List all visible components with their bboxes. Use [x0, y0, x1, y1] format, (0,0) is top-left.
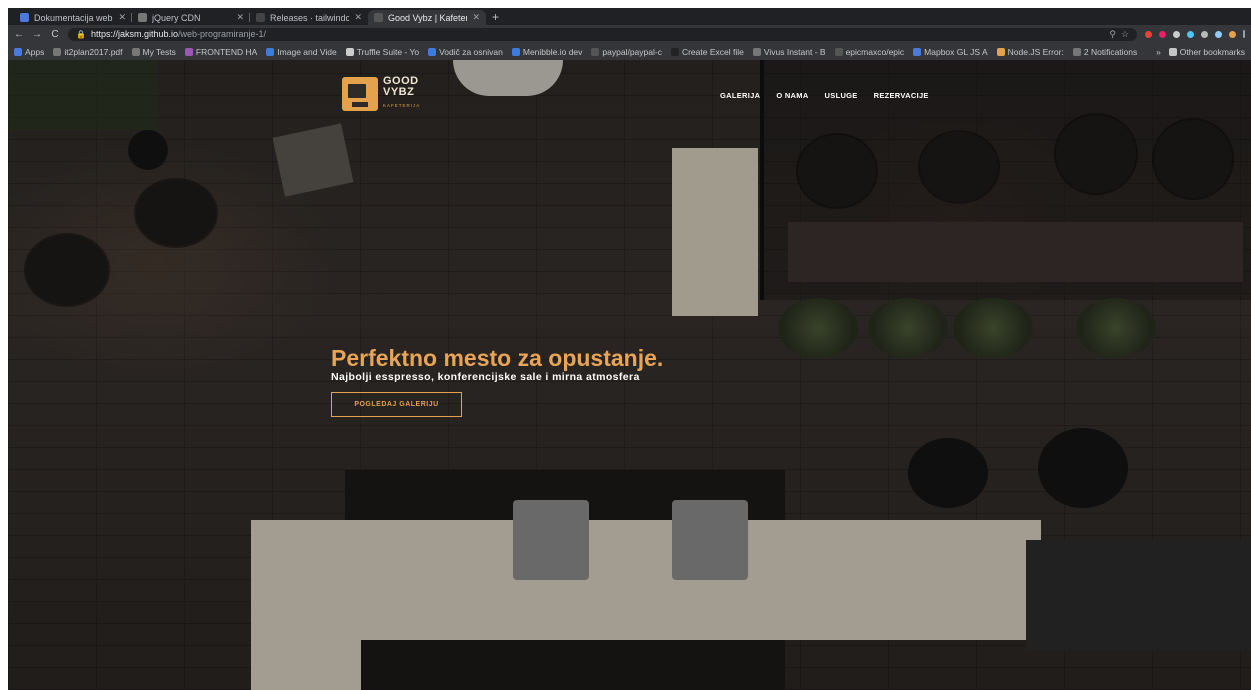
- lock-icon: 🔒: [76, 29, 86, 39]
- tab-good-vybz[interactable]: Good Vybz | Kafeterija ✕: [368, 10, 486, 25]
- page-favicon-icon: [374, 13, 383, 22]
- profile-avatar[interactable]: [1229, 30, 1236, 38]
- nav-rezervacije[interactable]: REZERVACIJE: [874, 91, 929, 100]
- hero-text: Perfektno mesto za opustanje. Najbolji e…: [331, 345, 663, 384]
- page-icon: [1072, 47, 1081, 56]
- forward-arrow-icon[interactable]: →: [32, 29, 42, 40]
- bookmark-item[interactable]: Create Excel file: [670, 47, 744, 57]
- star-icon[interactable]: ☆: [1121, 29, 1129, 40]
- page-icon: [428, 47, 437, 56]
- apps-grid-icon: [14, 47, 22, 56]
- page-icon: [670, 47, 679, 56]
- bookmark-apps[interactable]: Apps: [14, 47, 44, 57]
- page-icon: [511, 47, 520, 56]
- menu-icon[interactable]: [1243, 30, 1245, 38]
- address-bar[interactable]: 🔒 https://jaksm.github.io/web-programira…: [68, 27, 1137, 41]
- main-nav: GALERIJA O NAMA USLUGE REZERVACIJE: [720, 91, 929, 100]
- zoom-icon[interactable]: ⚲: [1109, 29, 1116, 40]
- tab-title: Releases · tailwindcss/tai: [270, 12, 350, 23]
- extension-icon[interactable]: [1145, 30, 1152, 38]
- folder-icon: [1168, 47, 1177, 56]
- page-icon: [266, 47, 275, 56]
- logo-text-kafeterija: KAFETERIJA: [383, 103, 421, 108]
- extension-icon[interactable]: [1173, 30, 1180, 38]
- close-tab-icon[interactable]: ✕: [472, 12, 480, 23]
- extension-icon[interactable]: [1215, 30, 1222, 38]
- bookmark-item[interactable]: Image and Vide: [266, 47, 337, 57]
- bookmarks-bar: Apps it2plan2017.pdf My Tests FRONTEND H…: [8, 43, 1251, 61]
- bookmark-item[interactable]: epicmaxco/epic: [834, 47, 904, 57]
- site-logo[interactable]: GOOD VYBZ KAFETERIJA: [342, 76, 420, 111]
- page-icon: [53, 47, 62, 56]
- tab-dokumentacija[interactable]: Dokumentacija web proj ✕: [14, 10, 132, 25]
- extension-icon[interactable]: [1187, 30, 1194, 38]
- reload-icon[interactable]: C: [50, 29, 60, 40]
- address-path: /web-programiranje-1/: [178, 29, 267, 39]
- github-icon: [591, 47, 600, 56]
- bookmark-item[interactable]: Vodič za osnivan: [428, 47, 503, 57]
- address-host: https://jaksm.github.io: [90, 29, 179, 39]
- view-gallery-button[interactable]: POGLEDAJ GALERIJU: [331, 392, 462, 417]
- bookmark-item[interactable]: Vivus Instant - B: [752, 47, 826, 57]
- tab-strip: Dokumentacija web proj ✕ jQuery CDN ✕ Re…: [8, 8, 1251, 25]
- page-icon: [913, 47, 922, 56]
- hero-title: Perfektno mesto za opustanje.: [331, 345, 664, 371]
- bookmark-item[interactable]: My Tests: [131, 47, 176, 57]
- tab-jquery[interactable]: jQuery CDN ✕: [132, 10, 250, 25]
- extension-icon[interactable]: [1159, 30, 1166, 38]
- nav-galerija[interactable]: GALERIJA: [720, 91, 760, 100]
- page-icon: [184, 47, 193, 56]
- tab-title: Good Vybz | Kafeterija: [388, 12, 468, 23]
- coffee-machine-logo-icon: [342, 76, 378, 111]
- page-favicon-icon: [138, 13, 147, 22]
- close-tab-icon[interactable]: ✕: [236, 12, 244, 23]
- bookmark-item[interactable]: FRONTEND HA: [184, 47, 257, 57]
- browser-window: Dokumentacija web proj ✕ jQuery CDN ✕ Re…: [8, 8, 1251, 690]
- page-icon: [131, 47, 140, 56]
- extension-icon[interactable]: [1201, 30, 1208, 38]
- hero-section: GOOD VYBZ KAFETERIJA GALERIJA O NAMA USL…: [8, 60, 1251, 690]
- other-bookmarks[interactable]: Other bookmarks: [1168, 47, 1245, 57]
- logo-text-vybz: VYBZ: [383, 86, 415, 98]
- close-tab-icon[interactable]: ✕: [118, 12, 126, 23]
- nav-o-nama[interactable]: O NAMA: [776, 91, 808, 100]
- github-favicon-icon: [256, 13, 265, 22]
- page-icon: [996, 47, 1005, 56]
- bookmark-item[interactable]: Node.JS Error:: [996, 47, 1064, 57]
- close-tab-icon[interactable]: ✕: [354, 12, 362, 23]
- new-tab-button[interactable]: +: [492, 10, 499, 25]
- browser-toolbar: ← → C 🔒 https://jaksm.github.io/web-prog…: [8, 25, 1251, 43]
- page-icon: [752, 47, 761, 56]
- extensions-area: [1145, 30, 1245, 38]
- bookmark-item[interactable]: Menibble.io dev: [511, 47, 582, 57]
- hero-subtitle: Najbolji esspresso, konferencijske sale …: [331, 371, 640, 383]
- back-arrow-icon[interactable]: ←: [14, 29, 24, 40]
- tab-releases[interactable]: Releases · tailwindcss/tai ✕: [250, 10, 368, 25]
- doc-favicon-icon: [20, 13, 29, 22]
- bookmark-item[interactable]: paypal/paypal-c: [591, 47, 662, 57]
- page-icon: [345, 47, 354, 56]
- bookmark-item[interactable]: Mapbox GL JS A: [913, 47, 988, 57]
- github-icon: [834, 47, 843, 56]
- tab-title: Dokumentacija web proj: [34, 12, 113, 23]
- tab-title: jQuery CDN: [152, 12, 201, 23]
- bookmark-item[interactable]: it2plan2017.pdf: [53, 47, 123, 57]
- bookmark-item[interactable]: 2 Notifications: [1072, 47, 1137, 57]
- bookmark-item[interactable]: Truffle Suite - Yo: [345, 47, 419, 57]
- more-bookmarks-icon[interactable]: »: [1156, 47, 1161, 57]
- nav-usluge[interactable]: USLUGE: [825, 91, 858, 100]
